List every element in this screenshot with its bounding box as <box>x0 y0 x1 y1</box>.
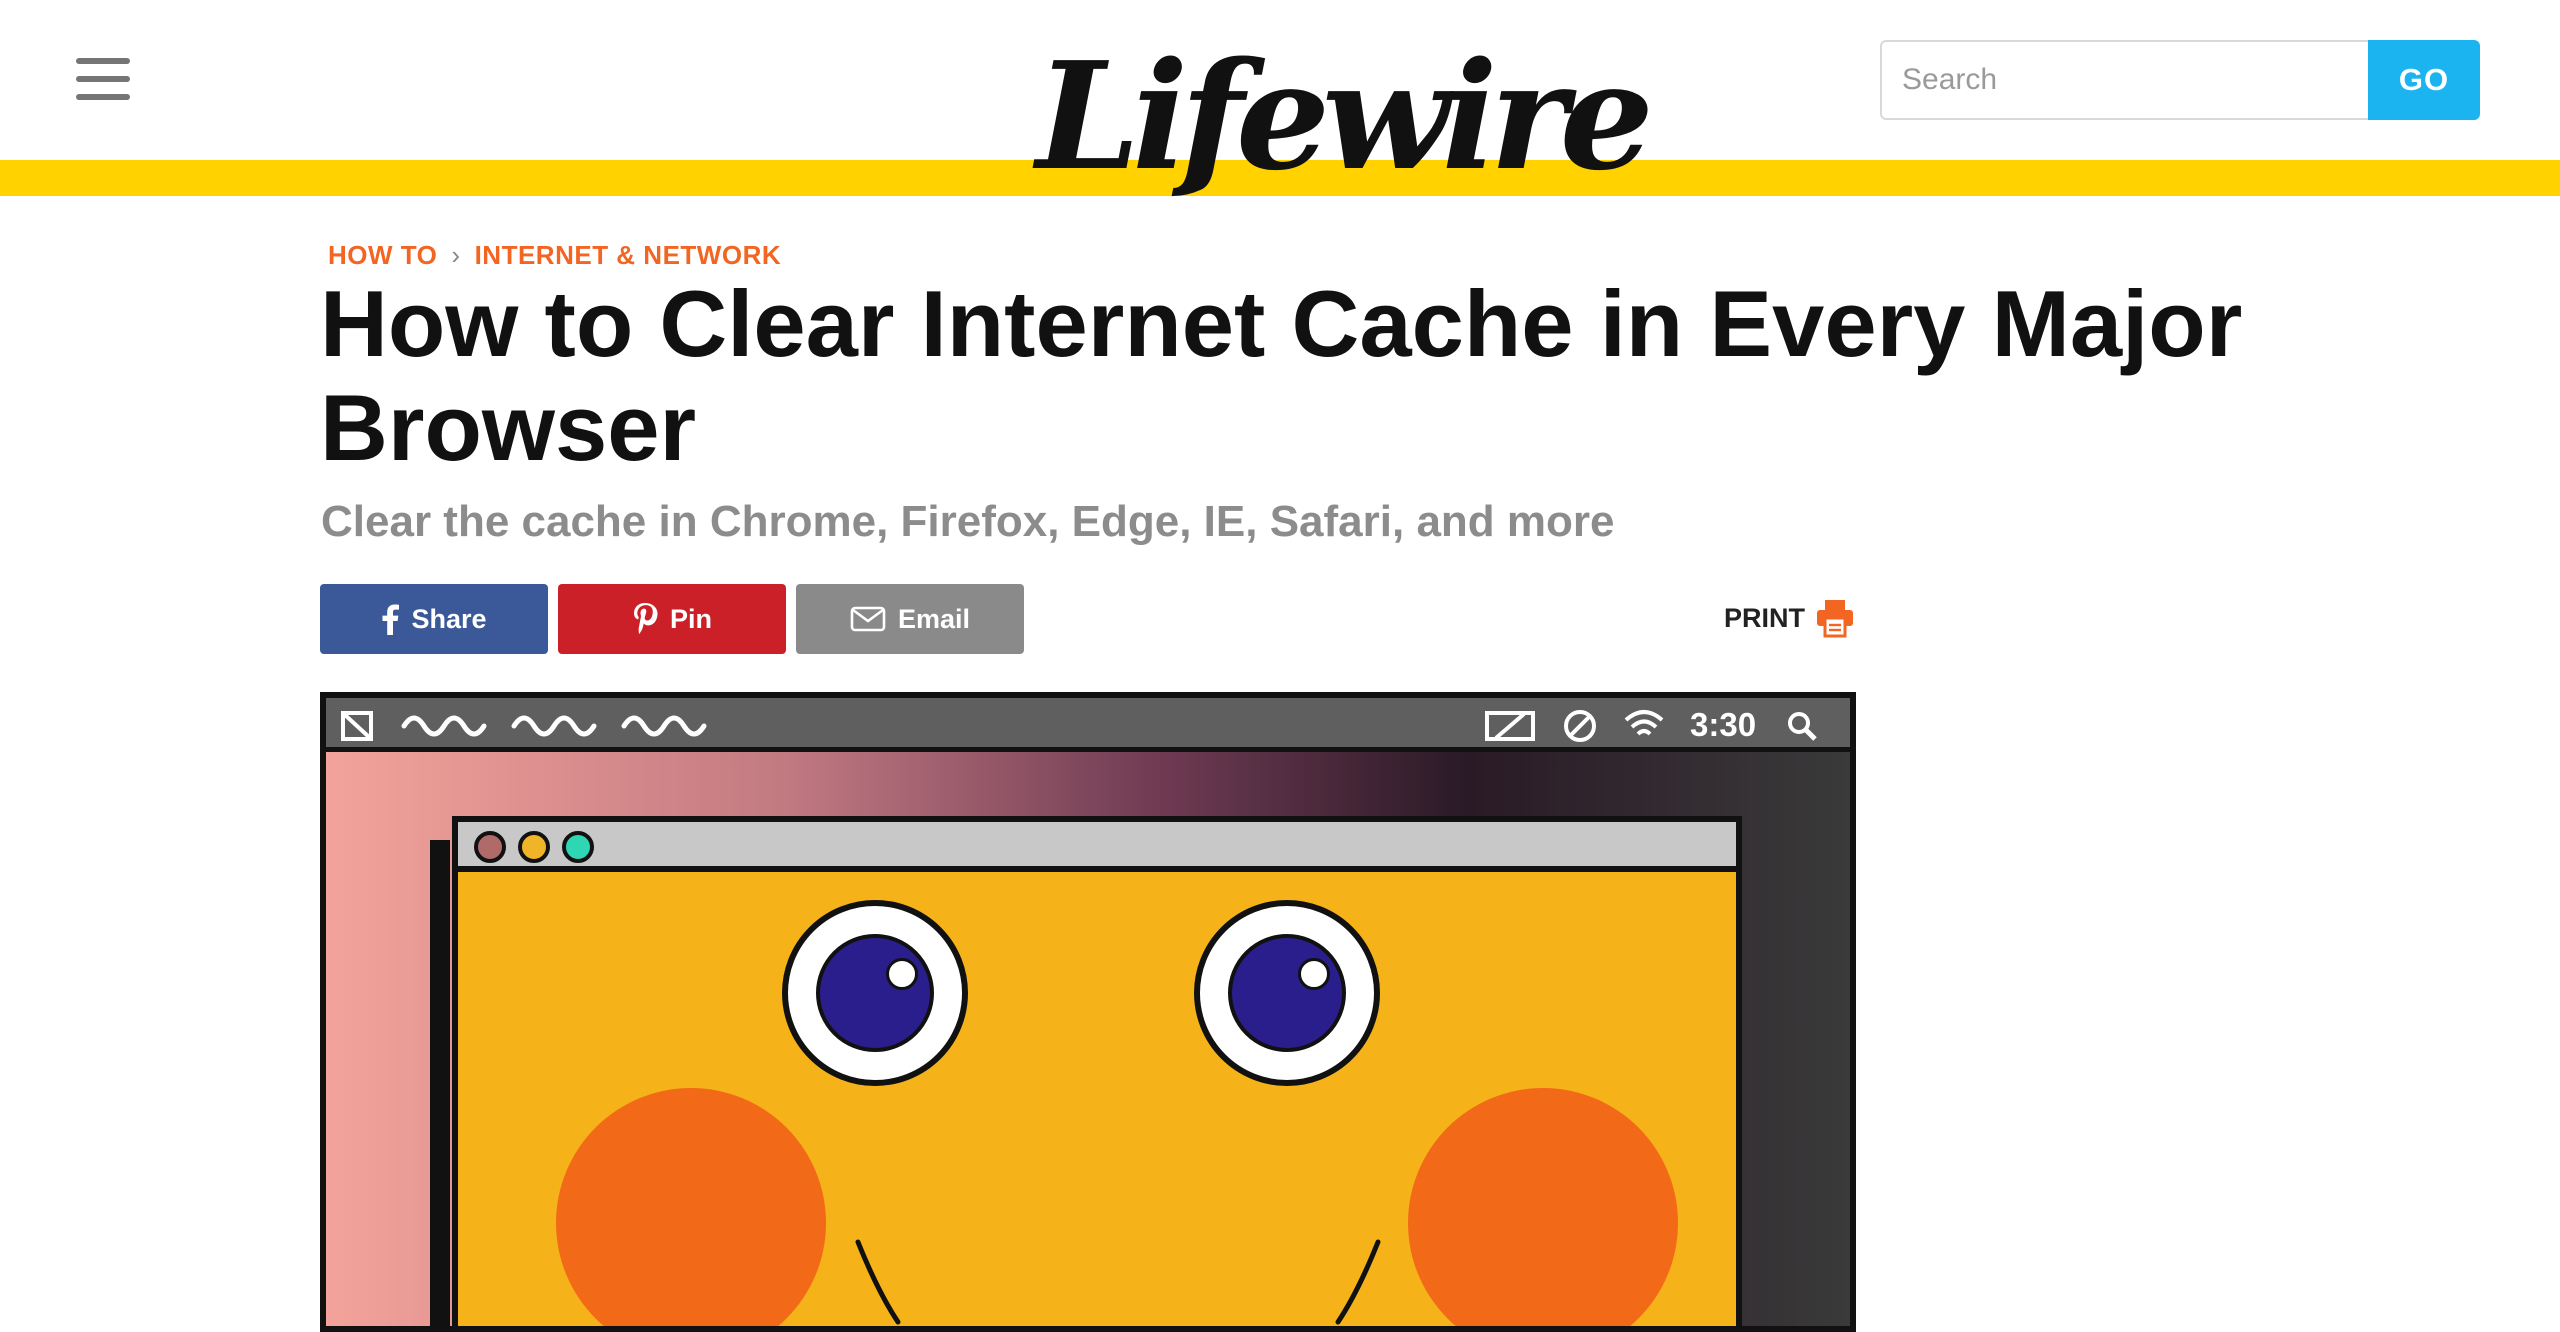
illustration-right-eye <box>1194 900 1380 1086</box>
search-input[interactable] <box>1880 40 2368 120</box>
illustration-smile <box>855 1239 1381 1325</box>
illustration-right-cheek <box>1408 1088 1678 1326</box>
illustration-window-titlebar <box>458 822 1736 872</box>
illustration-left-eye <box>782 900 968 1086</box>
search-go-button[interactable]: GO <box>2368 40 2480 120</box>
window-maximize-dot <box>562 831 594 863</box>
breadcrumb: HOW TO › INTERNET & NETWORK <box>328 240 781 271</box>
print-button[interactable]: PRINT <box>1724 598 1855 638</box>
email-share-button[interactable]: Email <box>796 584 1024 654</box>
pin-label: Pin <box>669 603 712 634</box>
email-label: Email <box>897 603 971 634</box>
facebook-icon <box>381 603 400 635</box>
breadcrumb-item-internet-network[interactable]: INTERNET & NETWORK <box>475 240 782 271</box>
hamburger-menu-icon[interactable] <box>76 56 130 102</box>
search-form: GO <box>1880 40 2480 120</box>
apple-logo-icon <box>341 711 373 741</box>
window-close-dot <box>474 831 506 863</box>
illustration-left-cheek <box>556 1088 826 1326</box>
hero-image: 3:30 <box>320 692 1856 1332</box>
squiggle-menu-icon <box>401 715 707 737</box>
breadcrumb-item-how-to[interactable]: HOW TO <box>328 240 437 271</box>
print-label: PRINT <box>1724 602 1805 633</box>
do-not-disturb-icon <box>1564 710 1596 742</box>
cast-icon <box>1485 711 1535 741</box>
pinterest-pin-button[interactable]: Pin <box>558 584 786 654</box>
share-label: Share <box>411 603 487 634</box>
illustration-window-shadow <box>430 840 450 1326</box>
page-subtitle: Clear the cache in Chrome, Firefox, Edge… <box>321 497 1615 546</box>
pinterest-icon <box>632 602 658 636</box>
wifi-icon <box>1624 710 1664 736</box>
envelope-icon <box>850 605 886 633</box>
illustration-menubar: 3:30 <box>326 698 1850 752</box>
illustration-browser-window <box>452 816 1742 1326</box>
site-logo[interactable]: Lifewire <box>1036 30 1654 202</box>
printer-icon <box>1815 598 1855 638</box>
search-icon <box>1788 712 1817 741</box>
facebook-share-button[interactable]: Share <box>320 584 548 654</box>
illustration-clock: 3:30 <box>1690 706 1757 743</box>
window-minimize-dot <box>518 831 550 863</box>
chevron-right-icon: › <box>451 240 461 270</box>
page-title: How to Clear Internet Cache in Every Maj… <box>320 271 2243 480</box>
